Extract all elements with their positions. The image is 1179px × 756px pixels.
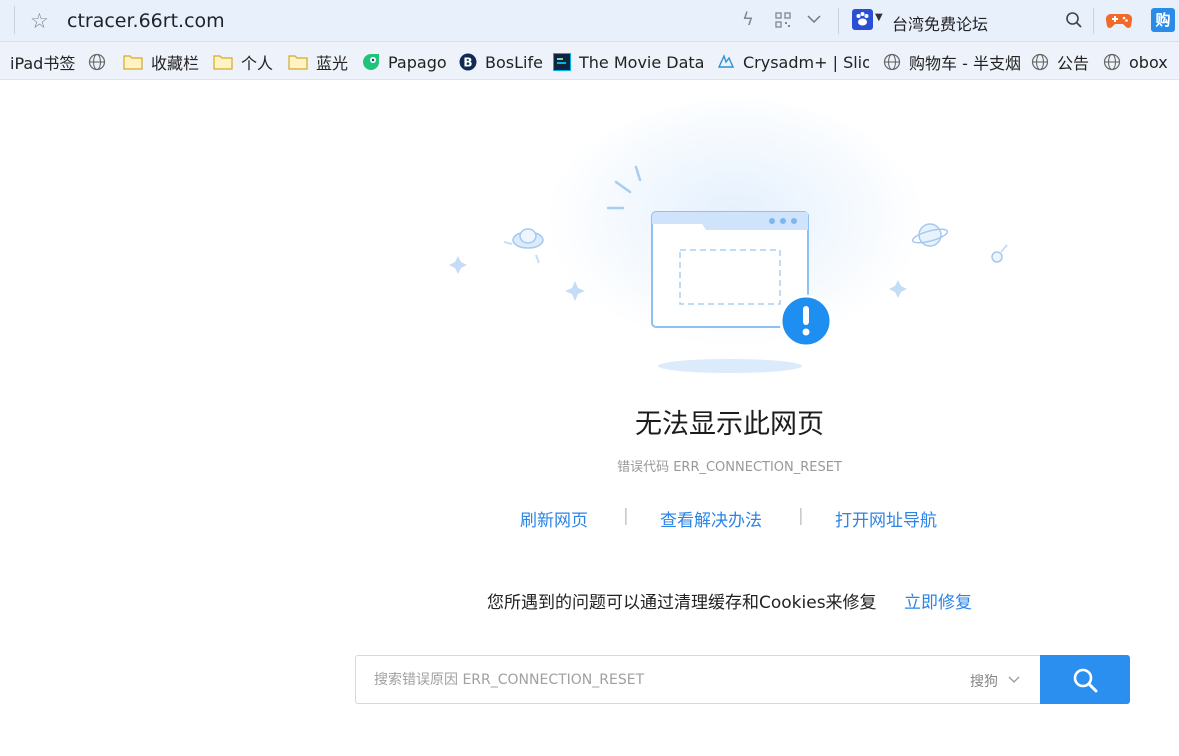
error-illustration bbox=[449, 100, 1008, 373]
qr-code-icon[interactable] bbox=[775, 12, 791, 28]
bookmark-item[interactable]: obox bbox=[1103, 51, 1168, 73]
ufo-icon bbox=[503, 228, 544, 264]
fix-now-link[interactable]: 立即修复 bbox=[904, 588, 972, 613]
toolbar-divider bbox=[1093, 8, 1094, 34]
cache-hint-text: 您所遇到的问题可以通过清理缓存和Cookies来修复 bbox=[487, 593, 877, 613]
bookmark-item[interactable]: 公告 bbox=[1031, 51, 1089, 73]
search-button[interactable] bbox=[1040, 655, 1130, 704]
bookmark-label: Papago bbox=[388, 52, 447, 72]
toolbar-divider bbox=[14, 6, 15, 34]
gamepad-icon[interactable] bbox=[1105, 9, 1133, 31]
search-icon bbox=[1073, 668, 1098, 693]
alert-icon bbox=[779, 294, 833, 348]
error-search-box: 搜狗 bbox=[355, 655, 1041, 704]
search-engine-select[interactable]: 搜狗 bbox=[970, 671, 998, 691]
bookmark-label: 个人 bbox=[241, 54, 274, 73]
toolbar-divider bbox=[838, 8, 839, 34]
bookmark-item[interactable]: The Movie Datab bbox=[553, 51, 703, 73]
chevron-down-icon[interactable] bbox=[806, 12, 822, 26]
lightning-icon[interactable]: ϟ bbox=[742, 9, 754, 30]
bookmark-folder[interactable]: 个人 bbox=[213, 51, 273, 73]
bookmark-label: 公告 bbox=[1057, 54, 1090, 73]
bookmark-item[interactable]: Papago bbox=[362, 51, 447, 73]
folder-icon bbox=[288, 55, 308, 70]
globe-icon bbox=[883, 53, 901, 71]
tmdb-icon bbox=[553, 53, 571, 71]
bookmark-label: 收藏栏 bbox=[151, 54, 200, 73]
bookmark-folder[interactable]: 蓝光 bbox=[288, 51, 348, 73]
folder-icon bbox=[213, 55, 233, 70]
globe-icon bbox=[88, 53, 106, 71]
globe-icon bbox=[1031, 53, 1049, 71]
bookmark-label: The Movie Datab bbox=[579, 52, 703, 72]
bookmark-label: BosLife bbox=[485, 52, 543, 72]
search-icon[interactable] bbox=[1065, 11, 1083, 29]
bookmark-item[interactable]: iPad书签 bbox=[10, 51, 75, 73]
shopping-icon[interactable]: 购 bbox=[1151, 8, 1175, 32]
bookmark-label: obox bbox=[1129, 52, 1168, 72]
bookmark-item[interactable] bbox=[88, 51, 114, 73]
bookmark-label: Crysadm+ | Slio bbox=[743, 52, 869, 72]
address-bar: ☆ ctracer.66rt.com ϟ ▼ 台湾免费论坛 购 bbox=[0, 0, 1179, 42]
error-search-input[interactable] bbox=[374, 656, 934, 703]
bookmark-label: 购物车 - 半支烟 bbox=[909, 54, 1021, 73]
svg-text:B: B bbox=[463, 56, 472, 70]
sparkle-icon bbox=[449, 256, 467, 274]
search-engine-dropdown-icon[interactable]: ▼ bbox=[875, 12, 883, 23]
bookmark-item[interactable]: Crysadm+ | Slio bbox=[717, 51, 869, 73]
error-code: 错误代码 ERR_CONNECTION_RESET bbox=[617, 460, 842, 475]
toolbar-search-text[interactable]: 台湾免费论坛 bbox=[892, 11, 988, 35]
shadow-shape bbox=[658, 359, 802, 373]
error-title: 无法显示此网页 bbox=[635, 409, 824, 440]
bookmark-label: iPad书签 bbox=[10, 54, 76, 73]
link-separator: | bbox=[623, 506, 629, 526]
bookmark-folder[interactable]: 收藏栏 bbox=[123, 51, 199, 73]
bookmark-item[interactable]: 购物车 - 半支烟 bbox=[883, 51, 1021, 73]
folder-icon bbox=[123, 55, 143, 70]
baidu-paw-icon[interactable] bbox=[852, 9, 873, 30]
bookmark-item[interactable]: B BosLife bbox=[459, 51, 543, 73]
papago-icon bbox=[363, 54, 379, 70]
boslife-icon: B bbox=[459, 53, 477, 71]
bookmarks-bar: iPad书签 收藏栏 个人 蓝光 Papago B BosLife The Mo… bbox=[0, 42, 1179, 80]
comet-icon bbox=[991, 244, 1008, 263]
refresh-link[interactable]: 刷新网页 bbox=[520, 506, 588, 531]
crysadm-icon bbox=[717, 54, 735, 68]
open-navigation-link[interactable]: 打开网址导航 bbox=[835, 506, 937, 531]
bookmark-star-icon[interactable]: ☆ bbox=[30, 9, 49, 33]
view-solutions-link[interactable]: 查看解决办法 bbox=[660, 506, 762, 531]
link-separator: | bbox=[798, 506, 804, 526]
bookmark-label: 蓝光 bbox=[316, 54, 349, 73]
url-field[interactable]: ctracer.66rt.com bbox=[67, 10, 225, 32]
chevron-down-icon[interactable] bbox=[1008, 675, 1020, 685]
globe-icon bbox=[1103, 53, 1121, 71]
